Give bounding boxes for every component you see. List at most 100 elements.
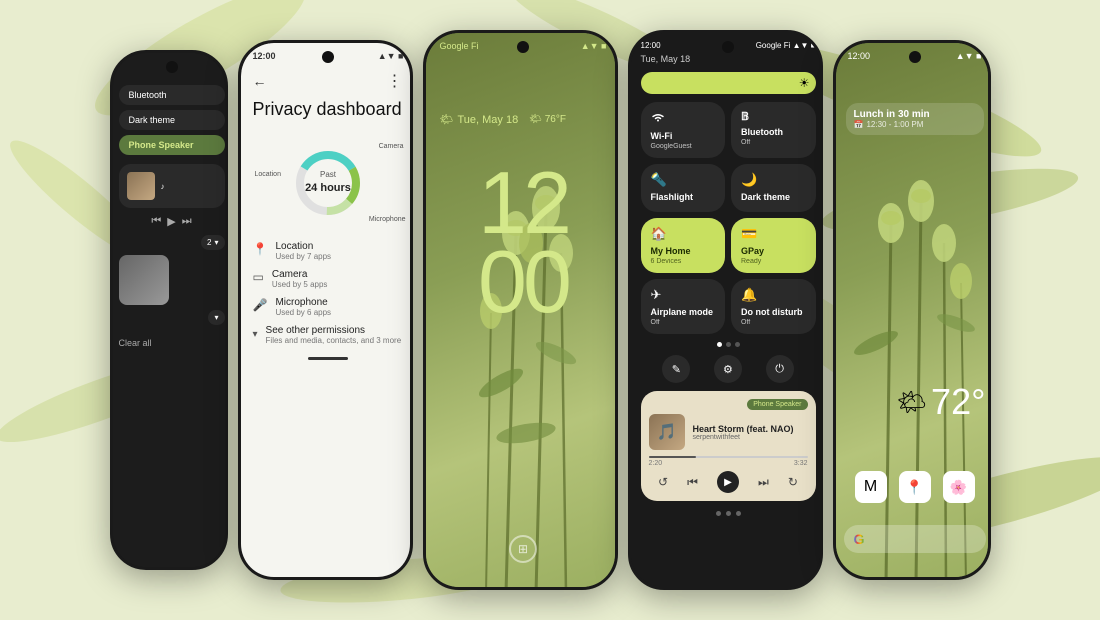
- phone4-edit-button[interactable]: ✎: [662, 355, 690, 383]
- phone2-title: Privacy dashboard: [241, 95, 413, 129]
- phone4-home-dots: [716, 511, 741, 516]
- phone2-perm-location[interactable]: 📍 Location Used by 7 apps: [253, 241, 404, 261]
- phone4-time-current: 2:20: [649, 460, 663, 467]
- phone3-date: 🌤 Tue, May 18 🌤 76°F: [440, 113, 566, 126]
- phone4-bottom-controls: ✎ ⚙ ⏻: [631, 351, 823, 387]
- phone5-gmail-icon[interactable]: M: [855, 471, 887, 503]
- phone5-signal: ▲▼ ■: [956, 51, 982, 61]
- phone2-perm-mic[interactable]: 🎤 Microphone Used by 6 apps: [253, 297, 404, 317]
- phone4-bluetooth-icon: 𝔹: [741, 110, 806, 123]
- phone1-next-btn[interactable]: ⏭: [182, 215, 192, 228]
- phone5-photos-icon[interactable]: 🌸: [943, 471, 975, 503]
- phone4-home-sub: 6 Devices: [651, 258, 716, 265]
- phone2-signal: ▲▼ ■: [378, 51, 404, 61]
- phone4-tile-airplane[interactable]: ✈ Airplane mode Off: [641, 279, 726, 334]
- phone3-signal: ▲▼ ■: [581, 41, 607, 51]
- phone2-chart-hours: 24 hours: [305, 181, 351, 195]
- phone4-power-button[interactable]: ⏻: [766, 355, 794, 383]
- phone2-permissions-list: 📍 Location Used by 7 apps ▭ Camera Used …: [241, 237, 413, 321]
- phone4-tile-bluetooth[interactable]: 𝔹 Bluetooth Off: [731, 102, 816, 158]
- phone4-bluetooth-sub: Off: [741, 139, 806, 146]
- phone4-time-total: 3:32: [794, 460, 808, 467]
- phone2-more-button[interactable]: ⋮: [387, 71, 404, 91]
- phone4-next-btn[interactable]: ⏭: [758, 475, 769, 490]
- phone4-wifi-name: Wi-Fi: [651, 131, 716, 141]
- phone4-tile-darktheme[interactable]: 🌙 Dark theme: [731, 164, 816, 212]
- phone-3: Google Fi ▲▼ ■ 🌤 Tue, May 18 🌤 76°F 12 0…: [423, 30, 618, 590]
- phone1-thumbnail: [119, 255, 169, 305]
- phone5-dock-icons: M 📍 🌸: [836, 471, 991, 503]
- phone4-progress-fill: [649, 456, 697, 458]
- phone4-brightness-slider[interactable]: ☀: [641, 72, 816, 94]
- phone4-tile-flashlight[interactable]: 🔦 Flashlight: [641, 164, 726, 212]
- phone5-event-card[interactable]: Lunch in 30 min 📅 12:30 - 1:00 PM: [846, 103, 984, 135]
- phone4-home-icon: 🏠: [651, 226, 716, 242]
- phone-4: 12:00 Google Fi ▲▼ ■ Tue, May 18 ☀: [628, 30, 823, 590]
- phone4-music-header: Phone Speaker: [649, 399, 808, 410]
- phone2-see-other[interactable]: ▾ See other permissions Files and media,…: [241, 321, 413, 349]
- phone4-flashlight-icon: 🔦: [651, 172, 716, 188]
- phone4-home-name: My Home: [651, 246, 716, 256]
- phone-1: Bluetooth Dark theme Phone Speaker ♪ ⏮ ▶…: [110, 50, 228, 570]
- phone2-perm-camera[interactable]: ▭ Camera Used by 5 apps: [253, 269, 404, 289]
- phone2-home-indicator: [308, 357, 348, 360]
- phone4-tile-home[interactable]: 🏠 My Home 6 Devices: [641, 218, 726, 273]
- phone4-date: Tue, May 18: [641, 54, 691, 64]
- phone1-counter: 2 ▾: [201, 235, 224, 250]
- phone4-tile-gpay[interactable]: 💳 GPay Ready: [731, 218, 816, 273]
- phone4-darktheme-name: Dark theme: [741, 192, 806, 202]
- phone2-mic-icon: 🎤: [253, 298, 268, 312]
- phone2-perm-mic-name: Microphone: [275, 297, 403, 308]
- phone4-time-row: 2:20 3:32: [649, 460, 808, 467]
- phone5-maps-icon[interactable]: 📍: [899, 471, 931, 503]
- phone4-dot-1: [717, 342, 722, 347]
- phone4-progress-bar[interactable]: [649, 456, 808, 458]
- phone2-label-mic: Microphone: [369, 216, 406, 223]
- phone4-dnd-name: Do not disturb: [741, 307, 806, 317]
- phone4-settings-button[interactable]: ⚙: [714, 355, 742, 383]
- phone4-forward-btn[interactable]: ↻: [788, 475, 798, 489]
- phone2-chart-center: Past 24 hours: [305, 170, 351, 195]
- phone4-bluetooth-name: Bluetooth: [741, 127, 806, 137]
- phone4-prev-btn[interactable]: ⏮: [687, 475, 698, 490]
- phone4-tiles-grid: Wi-Fi GoogleGuest 𝔹 Bluetooth Off 🔦 Flas…: [631, 98, 823, 338]
- phone2-location-icon: 📍: [253, 242, 268, 256]
- phone4-music-title: Heart Storm (feat. NAO): [693, 424, 794, 434]
- phone2-chevron-icon: ▾: [253, 329, 258, 340]
- phone2-perm-camera-sub: Used by 5 apps: [272, 280, 404, 289]
- phone1-clear-all[interactable]: Clear all: [119, 338, 225, 348]
- phone4-replay-btn[interactable]: ↺: [658, 475, 668, 489]
- phone1-speaker-chip: Phone Speaker: [119, 135, 225, 155]
- phone3-bottom-icon[interactable]: ⊞: [509, 535, 537, 563]
- phone4-flashlight-name: Flashlight: [651, 192, 716, 202]
- phone2-label-camera: Camera: [379, 143, 404, 150]
- phone1-album-art: [127, 172, 155, 200]
- phone4-album-art: 🎵: [649, 414, 685, 450]
- phone2-chart: Location Camera Microphone Past 24 hours: [241, 133, 413, 233]
- phone4-gpay-name: GPay: [741, 246, 806, 256]
- phone4-gpay-icon: 💳: [741, 226, 806, 242]
- phone2-time: 12:00: [253, 51, 276, 61]
- phone4-music-chip: Phone Speaker: [747, 399, 807, 410]
- phone4-wifi-icon: [651, 110, 716, 127]
- phone5-event-title: Lunch in 30 min: [854, 109, 976, 120]
- phone4-music-controls: ↺ ⏮ ▶ ⏭ ↻: [649, 471, 808, 493]
- phone4-tile-wifi[interactable]: Wi-Fi GoogleGuest: [641, 102, 726, 158]
- phone5-temperature: 72°: [931, 381, 985, 423]
- phone4-play-btn[interactable]: ▶: [717, 471, 739, 493]
- phone4-dnd-icon: 🔔: [741, 287, 806, 303]
- phone2-header: ← ⋮: [241, 63, 413, 95]
- phone5-search-bar[interactable]: G: [844, 525, 986, 553]
- phone2-camera-icon: ▭: [253, 270, 264, 284]
- phone4-music-card: Phone Speaker 🎵 Heart Storm (feat. NAO) …: [641, 391, 816, 501]
- phone2-back-button[interactable]: ←: [253, 73, 267, 89]
- phone2-perm-mic-sub: Used by 6 apps: [275, 308, 403, 317]
- phone1-play-btn[interactable]: ▶: [167, 215, 175, 228]
- phone2-perm-location-name: Location: [275, 241, 403, 252]
- phone3-clock: 12 00: [426, 163, 618, 321]
- phone1-prev-btn[interactable]: ⏮: [151, 215, 161, 228]
- phone4-dot-3: [735, 342, 740, 347]
- phone2-see-other-sub: Files and media, contacts, and 3 more: [266, 336, 402, 345]
- phone4-tile-dnd[interactable]: 🔔 Do not disturb Off: [731, 279, 816, 334]
- phone2-perm-camera-name: Camera: [272, 269, 404, 280]
